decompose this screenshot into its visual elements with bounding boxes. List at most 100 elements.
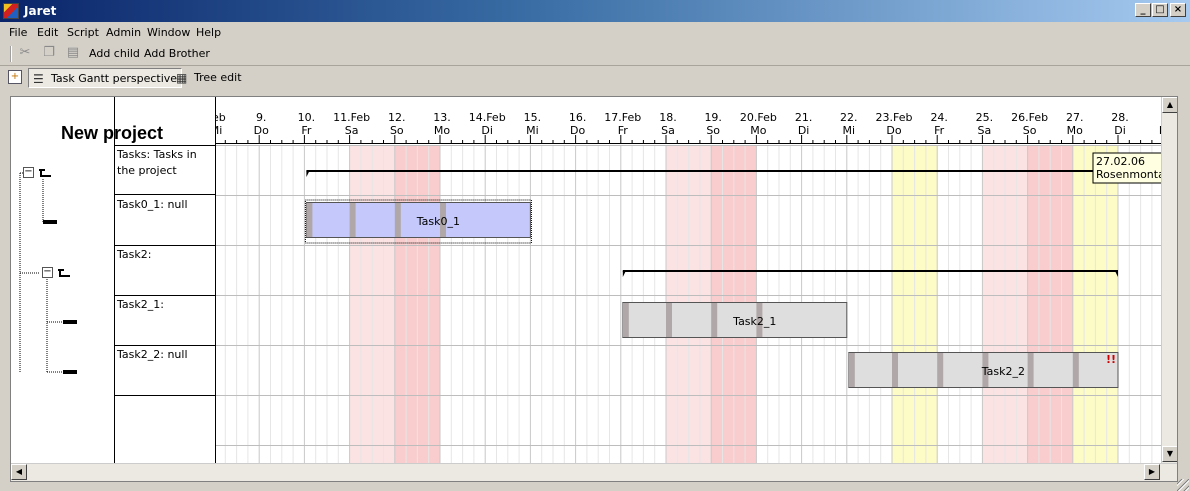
add-child-button[interactable]: Add child — [89, 47, 140, 60]
timeline-day-label: 12. — [388, 111, 406, 124]
gantt-chart[interactable]: FebMi9.Do10.Fr11.FebSa12.So13.Mo14.FebDi… — [215, 97, 1161, 463]
timeline-weekday-label: Fr — [301, 124, 312, 137]
task-break-marker — [394, 203, 401, 237]
minimize-button[interactable]: _ — [1135, 3, 1151, 17]
hierarchy-tree: − − — [11, 97, 114, 463]
timeline-weekday-label: Di — [1114, 124, 1126, 137]
gantt-icon: ☰ — [33, 72, 44, 86]
open-perspective-icon[interactable]: + — [8, 70, 22, 84]
warning-icon: !! — [1106, 353, 1116, 366]
gantt-panel: New project − − Tasks: Tasks in the proj… — [10, 96, 1178, 482]
scroll-right-icon[interactable]: ▶ — [1144, 464, 1160, 480]
row-name-tasks[interactable]: Tasks: Tasks in the project — [115, 145, 215, 195]
scroll-left-icon[interactable]: ◀ — [11, 464, 27, 480]
timeline-day-label: 16. — [569, 111, 587, 124]
task-break-marker — [1027, 353, 1034, 387]
horizontal-scrollbar[interactable]: ◀ ▶ — [11, 463, 1177, 481]
row-name-task2-2[interactable]: Task2_2: null — [115, 346, 215, 396]
task-label[interactable]: Task0_1 — [416, 215, 460, 228]
timeline-weekday-label: Mi — [526, 124, 539, 137]
timeline-day-label: 21. — [795, 111, 813, 124]
timeline-day-label: 20.Feb — [740, 111, 777, 124]
task-label[interactable]: Task2_1 — [732, 315, 776, 328]
menu-window[interactable]: Window — [147, 26, 190, 39]
add-brother-button[interactable]: Add Brother — [144, 47, 210, 60]
collapse-toggle-task2[interactable]: − — [42, 267, 53, 278]
timeline-weekday-label: So — [1023, 124, 1037, 137]
timeline-day-label: 15. — [524, 111, 542, 124]
timeline-day-label: 27. — [1066, 111, 1084, 124]
task-break-marker — [1072, 353, 1079, 387]
title-bar: Jaret _ □ × — [0, 0, 1190, 22]
toolbar: ✂ ❐ ▤ Add child Add Brother — [0, 42, 1190, 66]
paste-icon[interactable]: ▤ — [66, 46, 80, 60]
task-break-marker — [666, 303, 672, 337]
app-icon — [3, 3, 19, 19]
window-title: Jaret — [24, 4, 57, 18]
menu-help[interactable]: Help — [196, 26, 221, 39]
maximize-button[interactable]: □ — [1152, 3, 1168, 17]
tree-lines — [19, 172, 63, 373]
row-name-task0-1[interactable]: Task0_1: null — [115, 196, 215, 246]
timeline-weekday-label: Fr — [618, 124, 629, 137]
task-leaf-icon — [63, 320, 77, 324]
summary-start-marker — [622, 271, 626, 277]
timeline-day-label: 23.Feb — [876, 111, 913, 124]
timeline-day-label: 14.Feb — [469, 111, 506, 124]
tab-label: Tree edit — [194, 71, 242, 84]
task-break-marker — [349, 203, 356, 237]
timeline-weekday-label: Mi — [843, 124, 856, 137]
menu-script[interactable]: Script — [67, 26, 99, 39]
task-label[interactable]: Task2_2 — [981, 365, 1025, 378]
timeline-weekday-label: Sa — [345, 124, 359, 137]
tooltip-date: 27.02.06 — [1096, 155, 1145, 168]
close-button[interactable]: × — [1170, 3, 1186, 17]
row-name-task2[interactable]: Task2: — [115, 246, 215, 296]
gantt-chart-canvas[interactable]: FebMi9.Do10.Fr11.FebSa12.So13.Mo14.FebDi… — [216, 97, 1161, 463]
task-break-marker — [622, 303, 629, 337]
timeline-day-label: 11.Feb — [333, 111, 370, 124]
timeline-weekday-label: Mo — [434, 124, 450, 137]
timeline-weekday-label: Di — [798, 124, 810, 137]
timeline-weekday-label: Do — [570, 124, 585, 137]
timeline-weekday-label: Mo — [750, 124, 766, 137]
timeline-day-label: 17.Feb — [604, 111, 641, 124]
vertical-scrollbar[interactable]: ▲ ▼ — [1161, 97, 1177, 463]
menu-admin[interactable]: Admin — [106, 26, 141, 39]
menu-edit[interactable]: Edit — [37, 26, 58, 39]
tab-tree-edit[interactable]: ▦ Tree edit — [172, 68, 246, 88]
resize-grip[interactable] — [1177, 479, 1189, 491]
timeline-weekday-label: Do — [886, 124, 901, 137]
task-leaf-icon — [63, 370, 77, 374]
scroll-up-icon[interactable]: ▲ — [1162, 97, 1177, 113]
task-break-marker — [711, 303, 718, 337]
timeline-day-label: 26.Feb — [1011, 111, 1048, 124]
task-leaf-icon — [43, 220, 57, 224]
copy-icon[interactable]: ❐ — [42, 46, 56, 60]
menu-file[interactable]: File — [9, 26, 27, 39]
timeline-day-label: Feb — [216, 111, 226, 124]
toolbar-separator — [10, 46, 12, 62]
task-break-marker — [892, 353, 898, 387]
tooltip-name: Rosenmontag — [1096, 168, 1161, 181]
timeline-day-label: 28. — [1111, 111, 1129, 124]
timeline-day-label: 10. — [298, 111, 316, 124]
timeline-weekday-label: Mo — [1067, 124, 1083, 137]
tab-task-gantt-perspective[interactable]: ☰ Task Gantt perspective — [28, 68, 183, 88]
collapse-toggle-tasks[interactable]: − — [23, 167, 34, 178]
summary-task-icon — [38, 168, 52, 178]
task-break-marker — [848, 353, 855, 387]
timeline-day-label: 25. — [976, 111, 994, 124]
scroll-down-icon[interactable]: ▼ — [1162, 446, 1177, 462]
timeline-day-label: 24. — [930, 111, 948, 124]
perspective-bar: + ☰ Task Gantt perspective ▦ Tree edit — [0, 66, 1190, 90]
timeline-day-label: 19. — [704, 111, 722, 124]
timeline-day-label: 22. — [840, 111, 858, 124]
row-name-task2-1[interactable]: Task2_1: — [115, 296, 215, 346]
timeline-weekday-label: Do — [254, 124, 269, 137]
menu-bar: File Edit Script Admin Window Help — [0, 22, 1190, 42]
timeline-weekday-label: Fr — [934, 124, 945, 137]
timeline-weekday-label: Di — [481, 124, 493, 137]
cut-icon[interactable]: ✂ — [18, 46, 32, 60]
timeline-day-label: 13. — [433, 111, 451, 124]
